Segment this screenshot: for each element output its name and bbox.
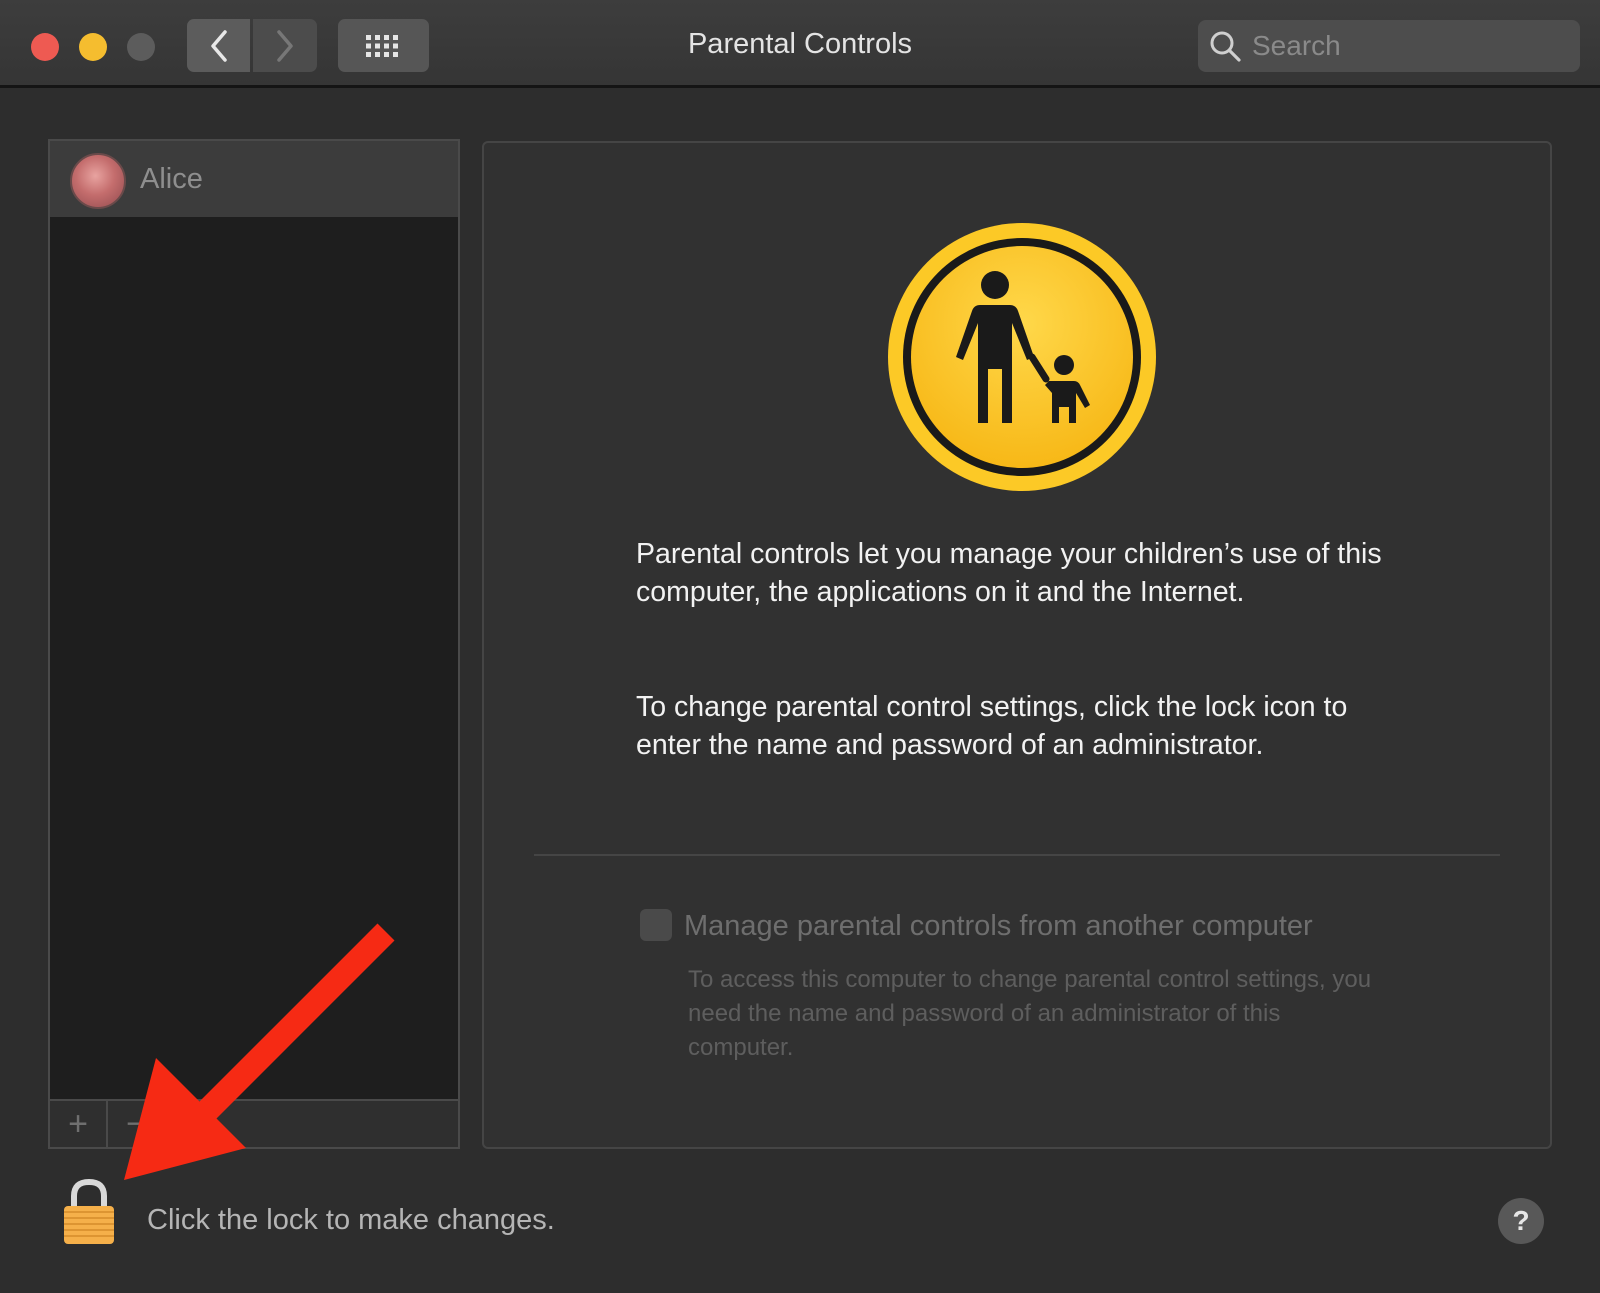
search-input[interactable] [1252,26,1562,66]
search-icon [1210,31,1241,62]
show-all-button[interactable] [338,19,429,72]
back-button[interactable] [187,19,250,72]
info-paragraph: Parental controls let you manage your ch… [636,538,1382,608]
list-toolbar: + − [50,1099,458,1147]
add-user-button[interactable]: + [50,1101,108,1147]
chevron-left-icon [210,29,227,62]
user-name: Alice [140,163,203,195]
content-panel: Parental controls let you manage your ch… [482,141,1552,1149]
user-list[interactable]: Alice + − [48,139,460,1149]
remote-management-checkbox[interactable] [640,909,672,941]
title-bar: Parental Controls [0,0,1600,88]
parent-child-icon [888,223,1156,491]
info-paragraph-lock: To change parental control settings, cli… [636,691,1348,761]
lock-icon[interactable] [62,1178,116,1246]
remove-user-button[interactable]: − [108,1101,166,1147]
window-title: Parental Controls [687,28,913,60]
grid-icon [365,34,398,57]
divider [534,854,1500,856]
avatar [70,153,126,209]
remote-management-label: Manage parental controls from another co… [684,910,1313,942]
zoom-button[interactable] [127,33,155,61]
preferences-window: Parental Controls Alice + − [0,0,1600,1293]
forward-button[interactable] [253,19,317,72]
search-field[interactable] [1198,20,1580,72]
close-button[interactable] [31,33,59,61]
minimize-button[interactable] [79,33,107,61]
user-row-alice[interactable]: Alice [50,141,458,217]
help-button[interactable]: ? [1498,1198,1544,1244]
lock-label: Click the lock to make changes. [147,1204,555,1236]
chevron-right-icon [277,29,293,62]
remote-management-description: To access this computer to change parent… [688,966,1372,1061]
